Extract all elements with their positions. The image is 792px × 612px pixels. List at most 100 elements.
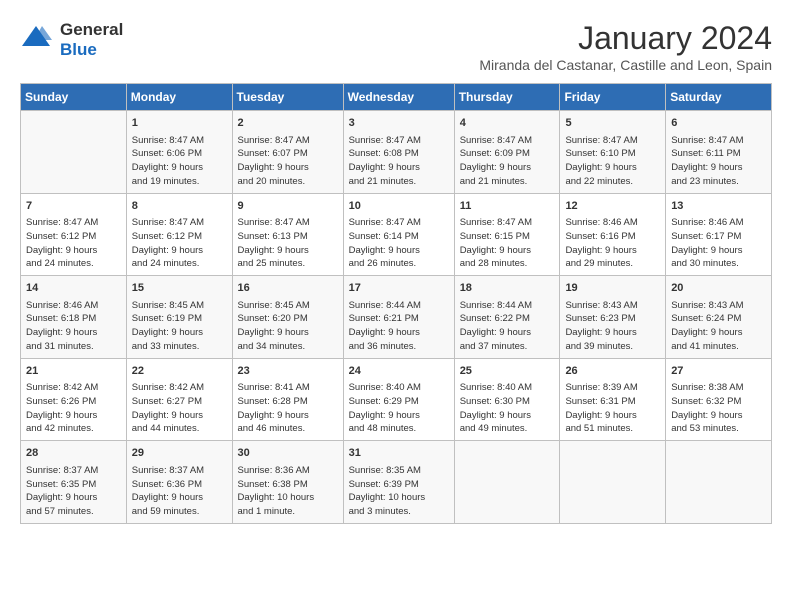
day-number: 1 xyxy=(132,115,227,132)
day-info: Sunrise: 8:46 AM Sunset: 6:17 PM Dayligh… xyxy=(671,216,766,271)
calendar-cell: 1 Sunrise: 8:47 AM Sunset: 6:06 PM Daylig… xyxy=(126,111,232,194)
day-number: 3 xyxy=(349,115,449,132)
calendar-cell: 31 Sunrise: 8:35 AM Sunset: 6:39 PM Dayli… xyxy=(343,441,454,524)
month-title: January 2024 xyxy=(479,20,772,57)
day-number: 16 xyxy=(238,280,338,297)
page-header: General Blue January 2024 Miranda del Ca… xyxy=(20,20,772,73)
day-number: 2 xyxy=(238,115,338,132)
calendar-cell: 18 Sunrise: 8:44 AM Sunset: 6:22 PM Dayli… xyxy=(454,276,560,359)
day-info: Sunrise: 8:45 AM Sunset: 6:20 PM Dayligh… xyxy=(238,299,338,354)
calendar-cell: 12Sunrise: 8:46 AM Sunset: 6:16 PM Dayli… xyxy=(560,193,666,276)
calendar-cell: 23Sunrise: 8:41 AM Sunset: 6:28 PM Dayli… xyxy=(232,358,343,441)
day-info: Sunrise: 8:43 AM Sunset: 6:24 PM Dayligh… xyxy=(671,299,766,354)
day-info: Sunrise: 8:40 AM Sunset: 6:30 PM Dayligh… xyxy=(460,381,555,436)
day-number: 30 xyxy=(238,445,338,462)
calendar-week-3: 14 Sunrise: 8:46 AM Sunset: 6:18 PM Dayli… xyxy=(21,276,772,359)
calendar-cell: 2 Sunrise: 8:47 AM Sunset: 6:07 PM Daylig… xyxy=(232,111,343,194)
day-info: Sunrise: 8:46 AM Sunset: 6:16 PM Dayligh… xyxy=(565,216,660,271)
day-info: Sunrise: 8:47 AM Sunset: 6:12 PM Dayligh… xyxy=(26,216,121,271)
day-number: 7 xyxy=(26,198,121,215)
day-number: 5 xyxy=(565,115,660,132)
logo-blue: Blue xyxy=(60,40,97,59)
day-info: Sunrise: 8:47 AM Sunset: 6:09 PM Dayligh… xyxy=(460,134,555,189)
day-info: Sunrise: 8:47 AM Sunset: 6:08 PM Dayligh… xyxy=(349,134,449,189)
calendar-cell: 14 Sunrise: 8:46 AM Sunset: 6:18 PM Dayli… xyxy=(21,276,127,359)
title-block: January 2024 Miranda del Castanar, Casti… xyxy=(479,20,772,73)
day-info: Sunrise: 8:41 AM Sunset: 6:28 PM Dayligh… xyxy=(238,381,338,436)
day-info: Sunrise: 8:47 AM Sunset: 6:07 PM Dayligh… xyxy=(238,134,338,189)
calendar-cell: 19Sunrise: 8:43 AM Sunset: 6:23 PM Dayli… xyxy=(560,276,666,359)
day-info: Sunrise: 8:46 AM Sunset: 6:18 PM Dayligh… xyxy=(26,299,121,354)
logo: General Blue xyxy=(20,20,123,60)
calendar-cell: 24Sunrise: 8:40 AM Sunset: 6:29 PM Dayli… xyxy=(343,358,454,441)
calendar-cell: 8Sunrise: 8:47 AM Sunset: 6:12 PM Daylig… xyxy=(126,193,232,276)
logo-text: General Blue xyxy=(60,20,123,60)
day-number: 26 xyxy=(565,363,660,380)
day-info: Sunrise: 8:44 AM Sunset: 6:22 PM Dayligh… xyxy=(460,299,555,354)
day-number: 31 xyxy=(349,445,449,462)
calendar-cell: 28 Sunrise: 8:37 AM Sunset: 6:35 PM Dayli… xyxy=(21,441,127,524)
day-number: 8 xyxy=(132,198,227,215)
header-saturday: Saturday xyxy=(666,84,772,111)
day-number: 17 xyxy=(349,280,449,297)
header-friday: Friday xyxy=(560,84,666,111)
calendar-cell xyxy=(560,441,666,524)
day-info: Sunrise: 8:42 AM Sunset: 6:27 PM Dayligh… xyxy=(132,381,227,436)
calendar-cell: 9Sunrise: 8:47 AM Sunset: 6:13 PM Daylig… xyxy=(232,193,343,276)
day-number: 20 xyxy=(671,280,766,297)
day-info: Sunrise: 8:47 AM Sunset: 6:12 PM Dayligh… xyxy=(132,216,227,271)
calendar-week-4: 21Sunrise: 8:42 AM Sunset: 6:26 PM Dayli… xyxy=(21,358,772,441)
day-number: 13 xyxy=(671,198,766,215)
calendar-cell: 21Sunrise: 8:42 AM Sunset: 6:26 PM Dayli… xyxy=(21,358,127,441)
day-info: Sunrise: 8:40 AM Sunset: 6:29 PM Dayligh… xyxy=(349,381,449,436)
day-info: Sunrise: 8:47 AM Sunset: 6:13 PM Dayligh… xyxy=(238,216,338,271)
calendar-header-row: Sunday Monday Tuesday Wednesday Thursday… xyxy=(21,84,772,111)
header-monday: Monday xyxy=(126,84,232,111)
calendar-table: Sunday Monday Tuesday Wednesday Thursday… xyxy=(20,83,772,524)
calendar-cell: 5 Sunrise: 8:47 AM Sunset: 6:10 PM Daylig… xyxy=(560,111,666,194)
day-info: Sunrise: 8:37 AM Sunset: 6:35 PM Dayligh… xyxy=(26,464,121,519)
day-number: 21 xyxy=(26,363,121,380)
day-info: Sunrise: 8:44 AM Sunset: 6:21 PM Dayligh… xyxy=(349,299,449,354)
day-number: 24 xyxy=(349,363,449,380)
day-number: 10 xyxy=(349,198,449,215)
calendar-cell: 27Sunrise: 8:38 AM Sunset: 6:32 PM Dayli… xyxy=(666,358,772,441)
calendar-cell: 17 Sunrise: 8:44 AM Sunset: 6:21 PM Dayli… xyxy=(343,276,454,359)
day-info: Sunrise: 8:35 AM Sunset: 6:39 PM Dayligh… xyxy=(349,464,449,519)
day-info: Sunrise: 8:42 AM Sunset: 6:26 PM Dayligh… xyxy=(26,381,121,436)
calendar-cell xyxy=(454,441,560,524)
day-number: 28 xyxy=(26,445,121,462)
day-info: Sunrise: 8:47 AM Sunset: 6:15 PM Dayligh… xyxy=(460,216,555,271)
calendar-week-5: 28 Sunrise: 8:37 AM Sunset: 6:35 PM Dayli… xyxy=(21,441,772,524)
calendar-cell: 6Sunrise: 8:47 AM Sunset: 6:11 PM Daylig… xyxy=(666,111,772,194)
calendar-cell: 29Sunrise: 8:37 AM Sunset: 6:36 PM Dayli… xyxy=(126,441,232,524)
day-info: Sunrise: 8:37 AM Sunset: 6:36 PM Dayligh… xyxy=(132,464,227,519)
day-info: Sunrise: 8:47 AM Sunset: 6:06 PM Dayligh… xyxy=(132,134,227,189)
day-number: 6 xyxy=(671,115,766,132)
day-number: 12 xyxy=(565,198,660,215)
day-number: 4 xyxy=(460,115,555,132)
day-info: Sunrise: 8:47 AM Sunset: 6:14 PM Dayligh… xyxy=(349,216,449,271)
calendar-cell: 16 Sunrise: 8:45 AM Sunset: 6:20 PM Dayli… xyxy=(232,276,343,359)
calendar-cell: 30 Sunrise: 8:36 AM Sunset: 6:38 PM Dayli… xyxy=(232,441,343,524)
day-info: Sunrise: 8:47 AM Sunset: 6:10 PM Dayligh… xyxy=(565,134,660,189)
calendar-cell: 26Sunrise: 8:39 AM Sunset: 6:31 PM Dayli… xyxy=(560,358,666,441)
calendar-cell: 3 Sunrise: 8:47 AM Sunset: 6:08 PM Daylig… xyxy=(343,111,454,194)
calendar-week-1: 1 Sunrise: 8:47 AM Sunset: 6:06 PM Daylig… xyxy=(21,111,772,194)
day-number: 15 xyxy=(132,280,227,297)
day-info: Sunrise: 8:39 AM Sunset: 6:31 PM Dayligh… xyxy=(565,381,660,436)
calendar-cell: 22Sunrise: 8:42 AM Sunset: 6:27 PM Dayli… xyxy=(126,358,232,441)
day-info: Sunrise: 8:36 AM Sunset: 6:38 PM Dayligh… xyxy=(238,464,338,519)
day-number: 11 xyxy=(460,198,555,215)
day-number: 27 xyxy=(671,363,766,380)
calendar-cell: 10Sunrise: 8:47 AM Sunset: 6:14 PM Dayli… xyxy=(343,193,454,276)
day-number: 23 xyxy=(238,363,338,380)
day-number: 19 xyxy=(565,280,660,297)
day-number: 18 xyxy=(460,280,555,297)
calendar-cell: 4 Sunrise: 8:47 AM Sunset: 6:09 PM Daylig… xyxy=(454,111,560,194)
day-info: Sunrise: 8:45 AM Sunset: 6:19 PM Dayligh… xyxy=(132,299,227,354)
day-number: 25 xyxy=(460,363,555,380)
day-number: 14 xyxy=(26,280,121,297)
logo-icon xyxy=(20,24,52,57)
header-thursday: Thursday xyxy=(454,84,560,111)
